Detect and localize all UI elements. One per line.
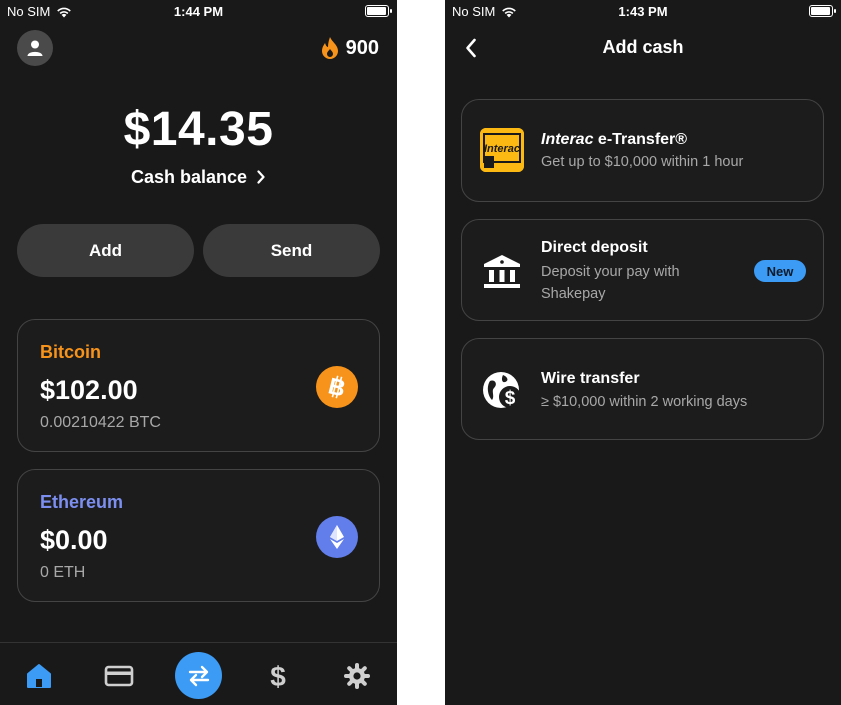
asset-quantity: 0.00210422 BTC	[40, 414, 161, 431]
gear-icon	[344, 663, 370, 689]
asset-name: Ethereum	[40, 492, 124, 512]
status-bar: No SIM 1:43 PM	[445, 0, 841, 22]
direct-deposit-option[interactable]: Direct deposit Deposit your pay with Sha…	[461, 219, 824, 321]
option-subtitle: Deposit your pay with Shakepay	[541, 264, 680, 302]
asset-name: Bitcoin	[40, 342, 101, 362]
battery-level	[811, 7, 830, 15]
status-bar: No SIM 1:44 PM	[0, 0, 397, 22]
cash-balance-label: Cash balance	[130, 167, 248, 187]
tab-dollar[interactable]: $	[261, 659, 295, 693]
profile-avatar-button[interactable]	[17, 30, 53, 66]
battery-icon	[809, 5, 836, 17]
bitcoin-icon: B	[316, 366, 358, 408]
bank-icon	[480, 250, 524, 294]
option-subtitle: Get up to $10,000 within 1 hour	[541, 154, 744, 170]
tab-settings[interactable]	[340, 659, 374, 693]
ethereum-card[interactable]: Ethereum $0.00 0 ETH	[17, 469, 380, 602]
new-badge: New	[754, 260, 806, 282]
tab-bar: $	[0, 642, 397, 705]
cash-balance-amount: $14.35	[123, 103, 274, 156]
interac-logo-text: Interac	[484, 143, 520, 155]
asset-value: $102.00	[40, 375, 138, 405]
svg-text:$: $	[270, 661, 286, 691]
flame-icon	[321, 37, 338, 59]
asset-quantity: 0 ETH	[40, 564, 86, 581]
asset-value: $0.00	[40, 525, 108, 555]
streak-counter[interactable]: 900	[320, 36, 379, 60]
wallet-screen: No SIM 1:44 PM 900 $14.35 Cash balance A…	[0, 0, 397, 705]
add-cash-screen: No SIM 1:43 PM Add cash Interac Interac …	[445, 0, 841, 705]
chevron-right-icon	[252, 167, 266, 187]
option-title: Wire transfer	[541, 370, 640, 387]
status-time: 1:43 PM	[618, 4, 668, 19]
option-subtitle: ≥ $10,000 within 2 working days	[541, 394, 748, 410]
battery-level	[367, 7, 386, 15]
ethereum-icon	[316, 516, 358, 558]
card-icon	[104, 665, 134, 687]
globe-dollar-icon: $	[480, 368, 524, 412]
streak-count: 900	[345, 36, 379, 59]
page-title: Add cash	[602, 37, 684, 57]
tab-swap[interactable]	[175, 652, 222, 699]
option-title-rest: e-Transfer®	[593, 131, 688, 148]
wire-transfer-option[interactable]: $ Wire transfer ≥ $10,000 within 2 worki…	[461, 338, 824, 440]
tab-card[interactable]	[102, 659, 136, 693]
cash-balance-link[interactable]: Cash balance	[0, 167, 397, 188]
bitcoin-card[interactable]: Bitcoin $102.00 0.00210422 BTC B	[17, 319, 380, 452]
tab-home[interactable]	[22, 659, 56, 693]
status-time: 1:44 PM	[173, 4, 224, 19]
home-icon	[27, 664, 51, 688]
interac-etransfer-option[interactable]: Interac Interac e-Transfer® Get up to $1…	[461, 99, 824, 202]
option-title-italic: Interac	[541, 131, 594, 148]
option-title: Direct deposit	[541, 239, 648, 256]
battery-icon	[365, 5, 392, 17]
person-icon	[27, 40, 43, 56]
option-title: Interac e-Transfer®	[541, 131, 687, 149]
add-button[interactable]: Add	[17, 224, 194, 277]
interac-logo: Interac	[480, 128, 524, 172]
send-button[interactable]: Send	[203, 224, 380, 277]
svg-text:$: $	[505, 388, 516, 409]
dollar-icon: $	[270, 661, 286, 691]
swap-icon	[188, 665, 209, 686]
